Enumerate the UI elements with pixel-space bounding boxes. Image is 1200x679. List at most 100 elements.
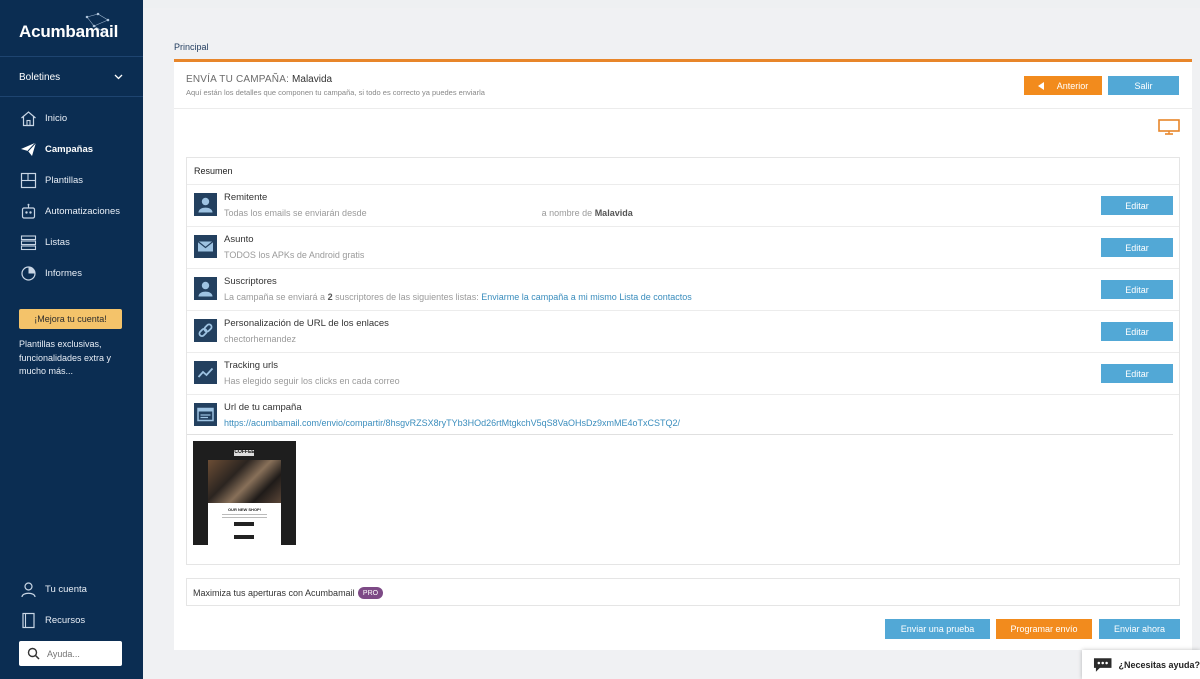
section-label: Boletines — [19, 71, 61, 83]
envelope-icon — [194, 235, 217, 258]
sender-name: Malavida — [594, 208, 633, 218]
summary-row-tracking: Tracking urls Has elegido seguir los cli… — [187, 352, 1179, 394]
sender-desc-mid: a nombre de — [541, 208, 593, 218]
logo-constellation-icon — [84, 12, 110, 34]
browser-window-icon — [194, 403, 217, 426]
user-icon — [194, 193, 217, 216]
exit-button[interactable]: Salir — [1108, 76, 1179, 95]
sidebar-item-informes[interactable]: Informes — [19, 263, 82, 283]
sidebar-item-label: Informes — [45, 267, 82, 279]
desktop-preview-icon[interactable] — [1158, 119, 1180, 135]
robot-icon — [19, 202, 37, 220]
edit-url-personalization-button[interactable]: Editar — [1101, 322, 1173, 341]
thumb-heading: OUR NEW SHOP! — [227, 507, 262, 512]
sidebar-item-plantillas[interactable]: Plantillas — [19, 170, 83, 190]
row-title: Url de tu campaña — [224, 402, 302, 413]
sender-desc-start: Todas los emails se enviarán desde — [224, 208, 367, 218]
row-description: https://acumbamail.com/envio/compartir/8… — [224, 418, 680, 428]
sidebar-item-listas[interactable]: Listas — [19, 232, 70, 252]
link-icon — [194, 319, 217, 342]
sidebar-divider — [0, 96, 143, 97]
row-title: Personalización de URL de los enlaces — [224, 318, 389, 329]
section-selector[interactable]: Boletines — [19, 70, 123, 84]
sidebar-item-label: Campañas — [45, 143, 94, 155]
send-now-button[interactable]: Enviar ahora — [1099, 619, 1180, 639]
row-description: chectorhernandez — [224, 334, 297, 344]
top-strip — [143, 0, 1200, 8]
tab-principal[interactable]: Principal — [174, 42, 209, 52]
home-icon — [19, 109, 37, 127]
summary-row-campaign-url: Url de tu campaña https://acumbamail.com… — [187, 394, 1179, 436]
row-title: Remitente — [224, 192, 268, 203]
summary-row-subject: Asunto TODOS los APKs de Android gratis … — [187, 226, 1179, 268]
sidebar-item-label: Recursos — [45, 614, 86, 626]
sidebar-item-inicio[interactable]: Inicio — [19, 108, 67, 128]
help-search-input[interactable] — [47, 648, 117, 659]
thumb-text-line — [222, 514, 267, 515]
subscribers-count: 2 — [327, 292, 333, 302]
sidebar-item-account[interactable]: Tu cuenta — [19, 579, 87, 599]
user-icon — [194, 277, 217, 300]
edit-subscribers-button[interactable]: Editar — [1101, 280, 1173, 299]
campaign-preview-thumbnail[interactable]: COFFEE OUR NEW SHOP! — [193, 441, 296, 545]
chat-label: ¿Necesitas ayuda? — [1118, 659, 1200, 670]
sidebar-item-automatizaciones[interactable]: Automatizaciones — [19, 201, 120, 221]
thumb-button — [234, 535, 254, 539]
caret-left-icon — [1037, 81, 1044, 90]
page-title-prefix: ENVÍA TU CAMPAÑA: — [186, 74, 290, 85]
sidebar-divider — [0, 56, 143, 57]
summary-row-sender: Remitente Todas los emails se enviarán d… — [187, 184, 1179, 226]
help-search[interactable] — [19, 641, 122, 666]
chat-bubble-icon — [1093, 657, 1112, 672]
row-title: Tracking urls — [224, 360, 279, 371]
row-description: Todas los emails se enviarán desde a nom… — [224, 208, 633, 218]
row-title: Asunto — [224, 234, 254, 245]
row-description: TODOS los APKs de Android gratis — [224, 250, 365, 260]
row-description: La campaña se enviará a 2 suscriptores d… — [224, 292, 692, 302]
sidebar-item-label: Plantillas — [45, 174, 84, 186]
help-chat-widget[interactable]: ¿Necesitas ayuda? — [1082, 650, 1200, 679]
reports-icon — [19, 264, 37, 282]
campaign-url-link[interactable]: https://acumbamail.com/envio/compartir/8… — [224, 418, 680, 428]
thumb-text-line — [222, 517, 267, 518]
list-icon — [19, 233, 37, 251]
maximize-opens-text: Maximiza tus aperturas con Acumbamail — [193, 588, 355, 598]
template-icon — [19, 171, 37, 189]
edit-tracking-button[interactable]: Editar — [1101, 364, 1173, 383]
edit-sender-button[interactable]: Editar — [1101, 196, 1173, 215]
sidebar-item-campanas[interactable]: Campañas — [19, 139, 93, 159]
paper-plane-icon — [19, 140, 37, 158]
thumb-brand: COFFEE — [234, 449, 255, 455]
row-divider — [187, 434, 1173, 435]
schedule-send-button[interactable]: Programar envío — [996, 619, 1092, 639]
sidebar-item-resources[interactable]: Recursos — [19, 610, 85, 630]
previous-button[interactable]: Anterior — [1024, 76, 1102, 95]
send-test-button[interactable]: Enviar una prueba — [885, 619, 990, 639]
campaign-name: Malavida — [292, 74, 333, 85]
summary-title: Resumen — [194, 166, 233, 176]
sidebar-item-label: Tu cuenta — [45, 583, 87, 595]
summary-row-subscribers: Suscriptores La campaña se enviará a 2 s… — [187, 268, 1179, 310]
chart-line-icon — [194, 361, 217, 384]
row-description: Has elegido seguir los clicks en cada co… — [224, 376, 400, 386]
thumb-body: OUR NEW SHOP! — [208, 503, 281, 545]
row-title: Suscriptores — [224, 276, 277, 287]
thumb-photo — [208, 460, 281, 503]
subscribers-desc-start: La campaña se enviará a — [224, 292, 326, 302]
subscriber-lists-link[interactable]: Enviarme la campaña a mi mismo Lista de … — [481, 292, 692, 302]
sidebar-item-label: Inicio — [45, 112, 68, 124]
previous-button-label: Anterior — [1056, 80, 1089, 91]
header-divider — [174, 108, 1192, 109]
chevron-down-icon — [114, 72, 123, 83]
pro-badge: PRO — [358, 587, 383, 599]
page-title: ENVÍA TU CAMPAÑA: Malavida — [186, 74, 332, 85]
search-icon — [27, 647, 40, 660]
upgrade-button[interactable]: ¡Mejora tu cuenta! — [19, 309, 122, 329]
sidebar-item-label: Listas — [45, 236, 70, 248]
edit-subject-button[interactable]: Editar — [1101, 238, 1173, 257]
subscribers-desc-end: suscriptores de las siguientes listas: — [335, 292, 479, 302]
user-icon — [19, 580, 37, 598]
summary-row-url-personalization: Personalización de URL de los enlaces ch… — [187, 310, 1179, 352]
sidebar-item-label: Automatizaciones — [45, 205, 120, 217]
sidebar: Acumbamail Boletines Inicio Campañas Pla… — [0, 0, 143, 679]
